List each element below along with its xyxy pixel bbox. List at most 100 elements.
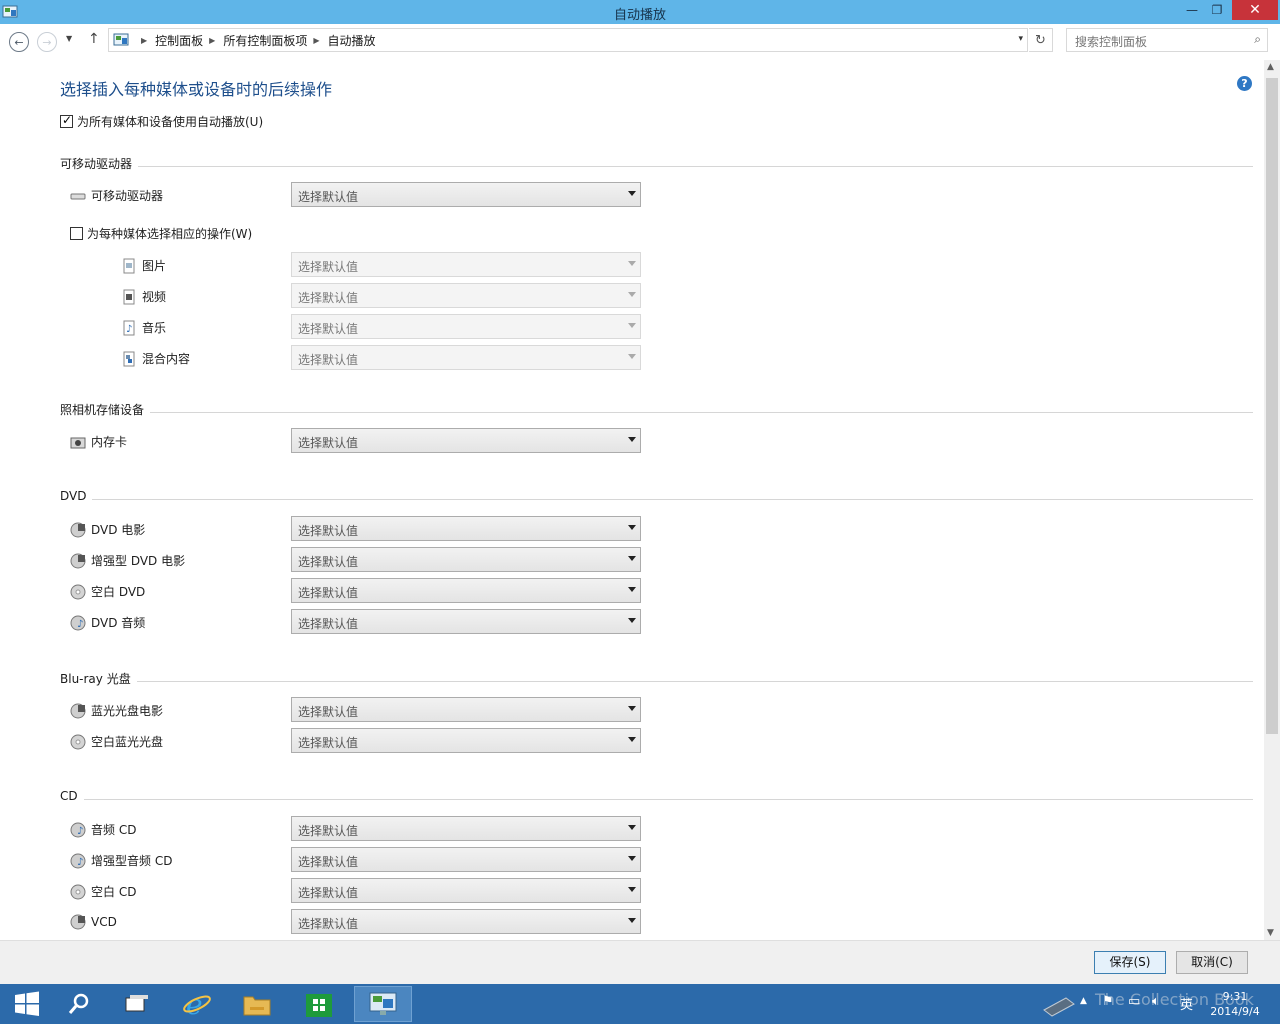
breadcrumb-separator-icon[interactable]: ▶ [313,36,319,45]
taskbar-ie-button[interactable]: e [170,986,224,1022]
disc-label: DVD 电影 [91,523,146,537]
save-button[interactable]: 保存(S) [1094,951,1166,974]
blank-bluray-select[interactable]: 选择默认值 [291,728,641,753]
use-autoplay-checkbox[interactable] [60,113,73,128]
media-row-music: ♪ 音乐 [121,319,166,336]
select-value: 选择默认值 [298,917,359,931]
show-hidden-icons-icon[interactable]: ▲ [1080,996,1087,1006]
select-value: 选择默认值 [298,705,359,719]
store-icon [306,994,332,1017]
select-value: 选择默认值 [298,322,359,336]
address-bar[interactable]: ▶ 控制面板 ▶ 所有控制面板项 ▶ 自动播放 ▾ [108,28,1028,52]
svg-text:♪: ♪ [77,619,83,630]
select-value: 选择默认值 [298,886,359,900]
removable-drive-label: 可移动驱动器 [91,189,164,203]
enhanced-dvd-movie-row: 增强型 DVD 电影 [70,552,185,569]
svg-text:♪: ♪ [77,826,83,837]
removable-drive-row: 可移动驱动器 [70,187,163,204]
close-button[interactable]: ✕ [1232,0,1278,20]
breadcrumb-separator-icon[interactable]: ▶ [141,36,147,45]
videos-select[interactable]: 选择默认值 [291,283,641,308]
vertical-scrollbar[interactable]: ▲ ▼ [1264,60,1280,940]
blank-disc-icon [70,584,86,599]
volume-icon[interactable]: 🔈︎ [1152,994,1160,1009]
folder-icon [243,996,271,1016]
dvd-audio-select[interactable]: 选择默认值 [291,609,641,634]
search-input[interactable]: 搜索控制面板 ⌕ [1066,28,1268,52]
taskbar-store-button[interactable] [292,986,346,1022]
dvd-audio-row: ♪ DVD 音频 [70,614,145,631]
taskbar-control-panel-button[interactable] [354,986,412,1022]
navigation-bar: ← → ▼ ↑ ▶ 控制面板 ▶ 所有控制面板项 ▶ 自动播放 ▾ ↻ 搜索控制… [0,24,1280,56]
mixed-content-select[interactable]: 选择默认值 [291,345,641,370]
breadcrumb-all-items[interactable]: 所有控制面板项 [223,32,307,49]
cancel-button[interactable]: 取消(C) [1176,951,1248,974]
back-button[interactable]: ← [9,32,29,52]
start-button[interactable] [0,986,54,1022]
breadcrumb-control-panel[interactable]: 控制面板 [155,32,203,49]
select-value: 选择默认值 [298,353,359,367]
page-title: 选择插入每种媒体或设备时的后续操作 [60,80,333,99]
title-bar: 自动播放 — ❐ ✕ [0,0,1280,24]
taskbar: e The Collection Book ▲ ⚑ ▭ 🔈︎ 英 9:31 20… [0,984,1280,1024]
disc-label: VCD [91,915,117,929]
blank-cd-select[interactable]: 选择默认值 [291,878,641,903]
enhanced-audio-cd-row: ♪ 增强型音频 CD [70,852,172,869]
scroll-thumb[interactable] [1266,78,1278,734]
enhanced-dvd-movie-select[interactable]: 选择默认值 [291,547,641,572]
help-icon[interactable]: ? [1237,76,1252,91]
breadcrumb-separator-icon[interactable]: ▶ [209,36,215,45]
scroll-up-icon[interactable]: ▲ [1267,62,1274,72]
removable-drive-select[interactable]: 选择默认值 [291,182,641,207]
chevron-down-icon [628,737,636,742]
flag-icon[interactable]: ⚑ [1102,994,1114,1009]
use-autoplay-option[interactable]: 为所有媒体和设备使用自动播放(U) [60,113,263,130]
taskbar-explorer-button[interactable] [230,986,284,1022]
minimize-button[interactable]: — [1180,0,1204,20]
section-title: 照相机存储设备 [60,403,145,417]
chevron-down-icon [628,354,636,359]
memory-card-select[interactable]: 选择默认值 [291,428,641,453]
refresh-button[interactable]: ↻ [1029,28,1053,52]
window-title: 自动播放 [613,8,666,23]
blank-bluray-row: 空白蓝光光盘 [70,733,163,750]
music-select[interactable]: 选择默认值 [291,314,641,339]
chevron-down-icon [628,437,636,442]
per-media-checkbox[interactable] [70,227,83,240]
blank-dvd-select[interactable]: 选择默认值 [291,578,641,603]
per-media-label: 为每种媒体选择相应的操作(W) [87,227,253,241]
section-removable-drives: 可移动驱动器 [60,155,1253,172]
recent-locations-icon[interactable]: ▼ [66,34,78,48]
per-media-option[interactable]: 为每种媒体选择相应的操作(W) [70,225,252,242]
search-icon[interactable]: ⌕ [1254,32,1261,47]
taskbar-clock[interactable]: 9:31 2014/9/4 [1205,989,1265,1019]
ime-indicator[interactable]: 英 [1180,994,1193,1013]
chevron-down-icon [628,556,636,561]
dvd-movie-icon [70,522,86,537]
select-value: 选择默认值 [298,260,359,274]
taskbar-windows-button[interactable] [110,986,164,1022]
dvd-movie-select[interactable]: 选择默认值 [291,516,641,541]
chevron-down-icon [628,261,636,266]
chevron-down-icon [628,292,636,297]
search-placeholder: 搜索控制面板 [1075,35,1148,49]
enhanced-audio-cd-select[interactable]: 选择默认值 [291,847,641,872]
breadcrumb-autoplay[interactable]: 自动播放 [328,32,376,49]
pictures-select[interactable]: 选择默认值 [291,252,641,277]
camera-icon [70,437,86,448]
network-icon[interactable]: ▭ [1128,994,1140,1009]
dvd-movie-icon [70,553,86,568]
media-row-videos: 视频 [121,288,166,305]
windows-logo-icon [15,991,39,1016]
address-dropdown-icon[interactable]: ▾ [1018,34,1023,44]
scroll-down-icon[interactable]: ▼ [1267,928,1274,938]
bluray-movie-select[interactable]: 选择默认值 [291,697,641,722]
chevron-down-icon [628,525,636,530]
forward-button[interactable]: → [37,32,57,52]
vcd-select[interactable]: 选择默认值 [291,909,641,934]
svg-text:♪: ♪ [126,324,132,335]
taskbar-search-button[interactable] [52,986,106,1022]
up-button[interactable]: ↑ [88,31,102,49]
maximize-button[interactable]: ❐ [1205,0,1229,20]
audio-cd-select[interactable]: 选择默认值 [291,816,641,841]
